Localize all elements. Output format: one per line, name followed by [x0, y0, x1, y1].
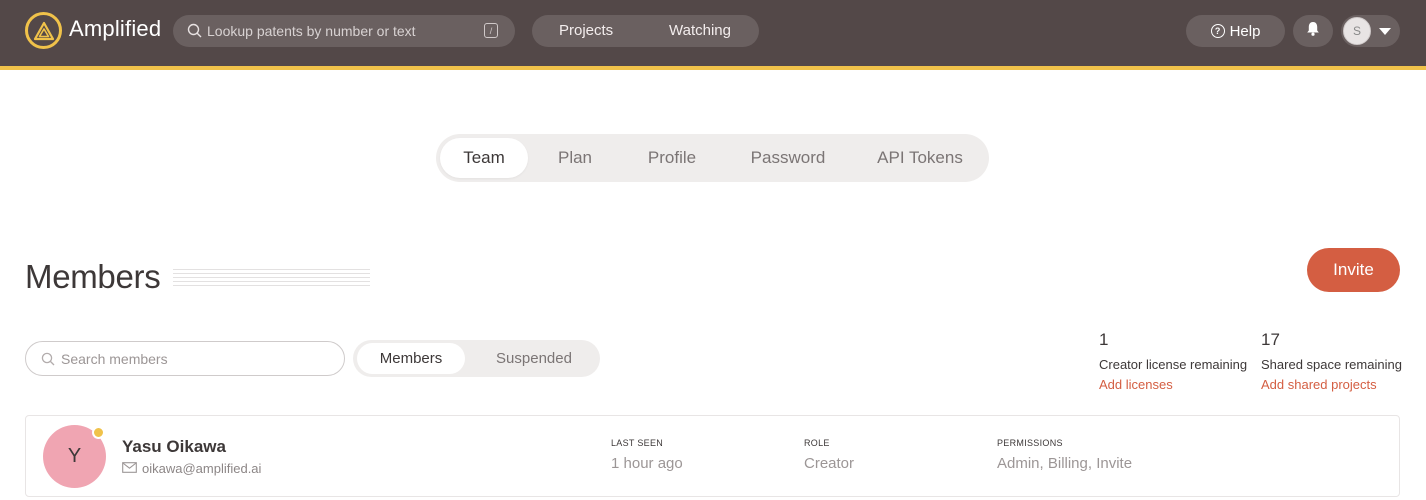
chevron-down-icon	[1379, 28, 1391, 35]
member-name: Yasu Oikawa	[122, 437, 226, 456]
settings-tabs: Team Plan Profile Password API Tokens	[436, 134, 989, 182]
member-filter: Members Suspended	[353, 340, 600, 377]
nav-projects[interactable]: Projects	[559, 22, 613, 39]
notifications-button[interactable]	[1293, 15, 1333, 47]
page-title: Members	[25, 258, 161, 295]
tab-profile[interactable]: Profile	[624, 138, 720, 178]
top-bar-accent-line	[0, 66, 1426, 70]
top-bar: Amplified / Projects Watching ? Help S	[0, 0, 1426, 66]
member-email-text: oikawa@amplified.ai	[142, 461, 262, 476]
last-seen-header: LAST SEEN	[611, 438, 664, 448]
patent-search-input[interactable]	[207, 15, 477, 47]
amplified-logo-icon[interactable]	[25, 12, 62, 49]
table-row[interactable]: Y Yasu Oikawa oikawa@amplified.ai LAST S…	[25, 415, 1400, 497]
member-search	[25, 341, 345, 376]
member-search-input[interactable]	[61, 342, 331, 375]
creator-license-count: 1	[1099, 330, 1109, 349]
title-decoration	[173, 269, 370, 286]
creator-license-stat: 1 Creator license remaining Add licenses	[1099, 330, 1247, 392]
add-shared-projects-link[interactable]: Add shared projects	[1261, 377, 1402, 392]
permissions-column: PERMISSIONS Admin, Billing, Invite	[997, 438, 1132, 472]
role-value[interactable]: Creator	[804, 455, 854, 472]
help-label: Help	[1229, 22, 1261, 40]
shared-space-stat: 17 Shared space remaining Add shared pro…	[1261, 330, 1402, 392]
search-shortcut-key: /	[484, 23, 498, 38]
add-licenses-link[interactable]: Add licenses	[1099, 377, 1247, 392]
tab-team[interactable]: Team	[440, 138, 528, 178]
user-avatar: S	[1343, 17, 1371, 45]
bell-icon	[1306, 21, 1320, 41]
tab-api-tokens[interactable]: API Tokens	[860, 138, 980, 178]
last-seen-column: LAST SEEN 1 hour ago	[611, 438, 683, 472]
tab-plan[interactable]: Plan	[534, 138, 616, 178]
last-seen-value: 1 hour ago	[611, 455, 683, 472]
user-menu-button[interactable]: S	[1341, 15, 1400, 47]
permissions-header: PERMISSIONS	[997, 438, 1063, 448]
role-header: ROLE	[804, 438, 830, 448]
invite-button[interactable]: Invite	[1307, 248, 1400, 292]
tab-password[interactable]: Password	[732, 138, 844, 178]
shared-space-count: 17	[1261, 330, 1280, 349]
search-icon	[187, 23, 202, 43]
brand-name[interactable]: Amplified	[69, 16, 161, 42]
online-status-dot	[92, 426, 105, 439]
main-nav: Projects Watching	[532, 15, 759, 47]
member-email: oikawa@amplified.ai	[122, 461, 261, 476]
filter-suspended[interactable]: Suspended	[473, 343, 595, 374]
permissions-value[interactable]: Admin, Billing, Invite	[997, 455, 1132, 472]
role-column: ROLE Creator	[804, 438, 854, 472]
shared-space-label: Shared space remaining	[1261, 357, 1402, 372]
creator-license-label: Creator license remaining	[1099, 357, 1248, 372]
help-button[interactable]: ? Help	[1186, 15, 1285, 47]
search-icon	[41, 352, 55, 371]
help-icon: ?	[1210, 24, 1225, 38]
nav-watching[interactable]: Watching	[669, 22, 731, 39]
patent-search: /	[173, 15, 515, 47]
mail-icon	[122, 461, 137, 476]
filter-members[interactable]: Members	[357, 343, 465, 374]
